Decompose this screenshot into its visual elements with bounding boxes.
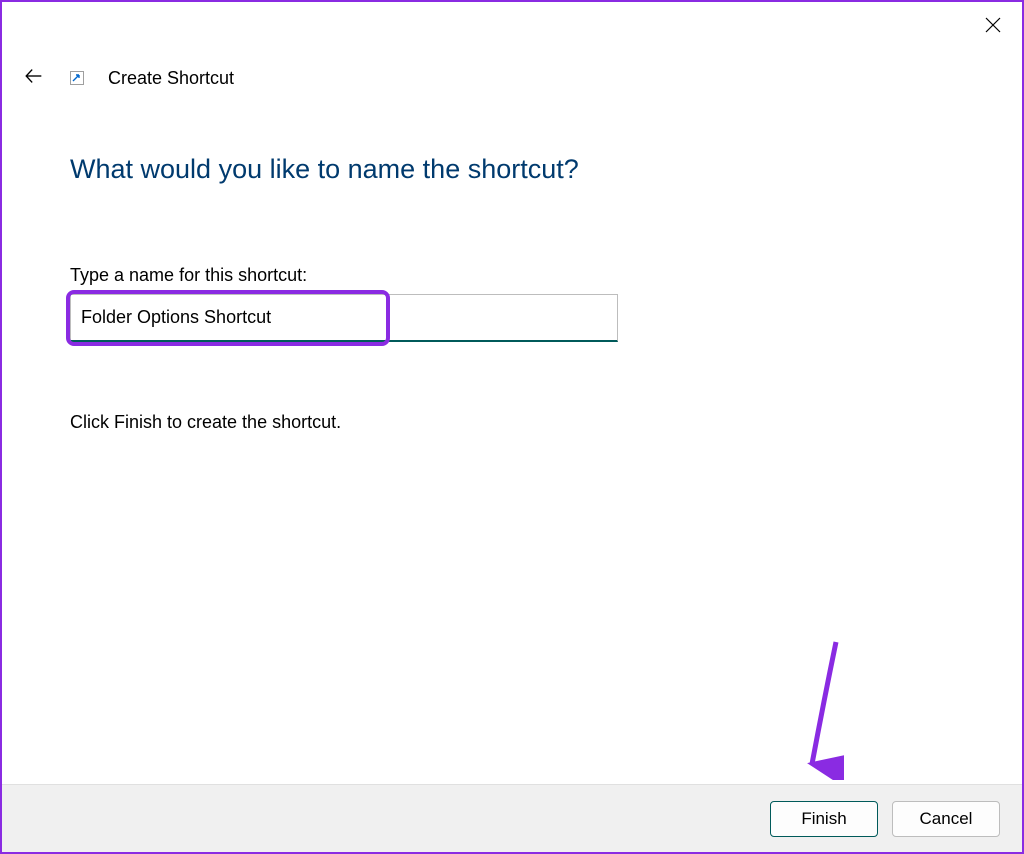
create-shortcut-wizard: Create Shortcut What would you like to n… [0, 0, 1024, 854]
finish-button[interactable]: Finish [770, 801, 878, 837]
wizard-title: Create Shortcut [108, 68, 234, 89]
wizard-button-bar: Finish Cancel [2, 784, 1022, 852]
shortcut-name-input[interactable] [70, 294, 618, 342]
wizard-content: What would you like to name the shortcut… [70, 154, 962, 433]
back-button[interactable] [20, 64, 48, 92]
wizard-header: Create Shortcut [20, 64, 234, 92]
wizard-instruction: Click Finish to create the shortcut. [70, 412, 962, 433]
close-button[interactable] [978, 12, 1008, 42]
cancel-button[interactable]: Cancel [892, 801, 1000, 837]
name-input-container [70, 294, 618, 342]
name-input-label: Type a name for this shortcut: [70, 265, 962, 286]
wizard-question: What would you like to name the shortcut… [70, 154, 962, 185]
shortcut-overlay-icon [68, 69, 86, 87]
back-arrow-icon [23, 65, 45, 92]
annotation-arrow-icon [804, 640, 844, 780]
close-icon [985, 17, 1001, 38]
